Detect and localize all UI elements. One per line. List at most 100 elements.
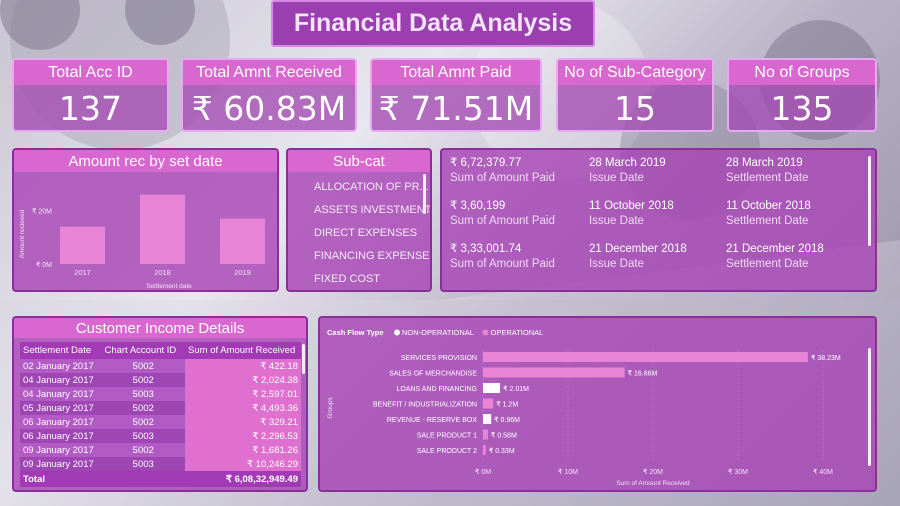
bar-sales-of-merchandise[interactable] [483,367,625,378]
table-cell: 5002 [101,415,186,429]
kpi-value: 135 [770,89,834,128]
kpi-total-amount-paid: Total Amnt Paid ₹ 71.51M [370,58,542,132]
subcat-item[interactable]: ASSETS INVESTMENTS [314,199,430,222]
amount-by-date-chart[interactable]: Amount rec by set date ₹ 20M ₹ 0M Amount r… [12,148,279,292]
table-row[interactable]: 04 January 2017 5002 ₹ 2,024.38 [20,373,301,387]
table-cell: 04 January 2017 [20,387,102,401]
table-row[interactable]: 04 January 2017 5003 ₹ 2,597.01 [20,387,301,401]
kpi-groups-count: No of Groups 135 [727,58,877,132]
y-tick-label: ₹ 20M [32,208,52,216]
kpi-label: No of Sub-Category [558,60,712,85]
card-field-settle: 28 March 2019 Settlement Date [726,156,855,199]
table-row[interactable]: 06 January 2017 5003 ₹ 2,296.53 [20,429,301,443]
card-field-amount: ₹ 3,60,199 Sum of Amount Paid [450,199,589,242]
bar-sale-product-1[interactable] [483,429,488,440]
column-header[interactable]: Settlement Date [20,342,102,359]
category-label: LOANS AND FINANCING [396,386,477,393]
x-axis-label: Settlement date [146,283,192,290]
table-cell: 5002 [101,401,186,415]
amount-chart-plot: ₹ 20M ₹ 0M Amount recieved 2017 2018 2019 Sett… [19,194,265,290]
table-row[interactable]: 09 January 2017 5003 ₹ 10,246.29 [20,457,301,471]
cashflow-chart-plot: Cash Flow Type NON-OPERATIONAL OPERATIONAL… [327,328,841,487]
table-total-row: Total ₹ 6,08,32,949.49 [20,471,301,487]
x-tick-label: ₹ 0M [475,468,491,476]
x-tick-label: ₹ 40M [813,468,833,476]
table-cell: ₹ 10,246.29 [185,457,301,471]
card-value: 28 March 2019 [588,157,666,169]
column-header[interactable]: Sum of Amount Received [185,342,301,359]
bar-sale-product-2[interactable] [483,445,486,455]
legend-marker[interactable] [394,329,400,336]
customer-income-table[interactable]: Customer Income Details Settlement Date C… [12,316,308,492]
table-row[interactable]: 02 January 2017 5002 ₹ 422.18 [20,359,301,373]
category-label: BENEFIT / INDUSTRIALIZATION [373,402,477,409]
subcat-item[interactable]: ALLOCATION OF PR... [314,176,430,199]
card-field-settle: 11 October 2018 Settlement Date [726,199,855,242]
kpi-value: 137 [59,89,122,128]
table-cell: 5002 [101,373,186,387]
bar-revenue-reserve-box[interactable] [483,414,492,424]
table-row[interactable]: 06 January 2017 5002 ₹ 329.21 [20,415,301,429]
x-tick-label: ₹ 30M [728,468,748,476]
card-row[interactable]: ₹ 6,72,379.77 Sum of Amount Paid 28 March … [450,156,855,199]
payment-cards[interactable]: ₹ 6,72,379.77 Sum of Amount Paid 28 March … [440,148,877,292]
subcat-item[interactable]: DIRECT EXPENSES [314,222,430,245]
card-label: Sum of Amount Paid [450,258,555,270]
card-label: Settlement Date [725,215,809,227]
table-cell: ₹ 2,296.53 [185,429,301,443]
bar-2019[interactable] [220,218,265,264]
card-field-amount: ₹ 3,33,001.74 Sum of Amount Paid [450,242,589,285]
kpi-value: ₹ 71.51M [378,89,534,128]
x-tick-label: ₹ 10M [558,468,578,476]
table-scrollbar[interactable] [302,344,305,374]
kpi-label: Total Acc ID [14,60,167,85]
cashflow-chart[interactable]: Cash Flow Type NON-OPERATIONAL OPERATIONAL… [318,316,877,492]
card-label: Sum of Amount Paid [450,172,555,184]
card-label: Issue Date [588,172,644,184]
bar-2017[interactable] [60,226,105,264]
card-field-issue: 11 October 2018 Issue Date [589,199,726,242]
subcat-scrollbar[interactable] [423,174,426,214]
legend-item[interactable]: NON-OPERATIONAL [402,328,474,337]
y-axis-label: Amount recieved [19,209,26,258]
subcat-item[interactable]: FIXED COST [314,268,430,290]
card-row[interactable]: ₹ 3,60,199 Sum of Amount Paid 11 October 2… [450,199,855,242]
subcat-list[interactable]: ALLOCATION OF PR... ASSETS INVESTMENTS DIR… [288,172,430,290]
data-label: ₹ 0.96M [494,416,520,424]
subcat-item[interactable]: FINANCING EXPENSES [314,245,430,268]
table-cell: 04 January 2017 [20,373,102,387]
card-label: Issue Date [588,215,644,227]
category-label: SALES OF MERCHANDISE [389,371,477,378]
table-cell: ₹ 422.18 [185,359,301,373]
table-row[interactable]: 05 January 2017 5002 ₹ 4,493.36 [20,401,301,415]
card-value: ₹ 3,33,001.74 [450,243,522,255]
bar-2018[interactable] [140,194,185,264]
bar-services-provision[interactable] [483,352,808,362]
cashflow-scrollbar[interactable] [868,348,871,466]
card-label: Settlement Date [725,172,809,184]
category-label: REVENUE - RESERVE BOX [387,417,477,424]
subcat-slicer[interactable]: Sub-cat ALLOCATION OF PR... ASSETS INVEST… [286,148,432,292]
cards-scrollbar[interactable] [868,156,871,246]
table-cell: 09 January 2017 [20,443,102,457]
card-label: Sum of Amount Paid [450,215,555,227]
kpi-label: Total Amnt Paid [372,60,540,85]
table-row[interactable]: 09 January 2017 5002 ₹ 1,681.26 [20,443,301,457]
bar-benefit-industrialization[interactable] [483,398,494,409]
table-cell: 5002 [101,443,186,457]
category-label: SALE PRODUCT 2 [417,448,477,455]
data-label: ₹ 0.58M [491,432,517,440]
legend-item[interactable]: OPERATIONAL [491,328,544,337]
bar-loans-and-financing[interactable] [483,383,501,393]
legend-marker[interactable] [482,329,489,336]
card-value: ₹ 6,72,379.77 [450,157,522,169]
card-field-issue: 28 March 2019 Issue Date [589,156,726,199]
column-header[interactable]: Chart Account ID [101,342,186,359]
data-label: ₹ 1.2M [496,401,518,409]
data-label: ₹ 2.01M [503,385,529,393]
legend-title: Cash Flow Type [327,328,384,337]
y-tick-label: ₹ 0M [36,261,52,269]
x-tick-label: 2017 [74,268,91,277]
card-row[interactable]: ₹ 3,33,001.74 Sum of Amount Paid 21 Decemb… [450,242,855,285]
category-label: SERVICES PROVISION [401,355,477,362]
